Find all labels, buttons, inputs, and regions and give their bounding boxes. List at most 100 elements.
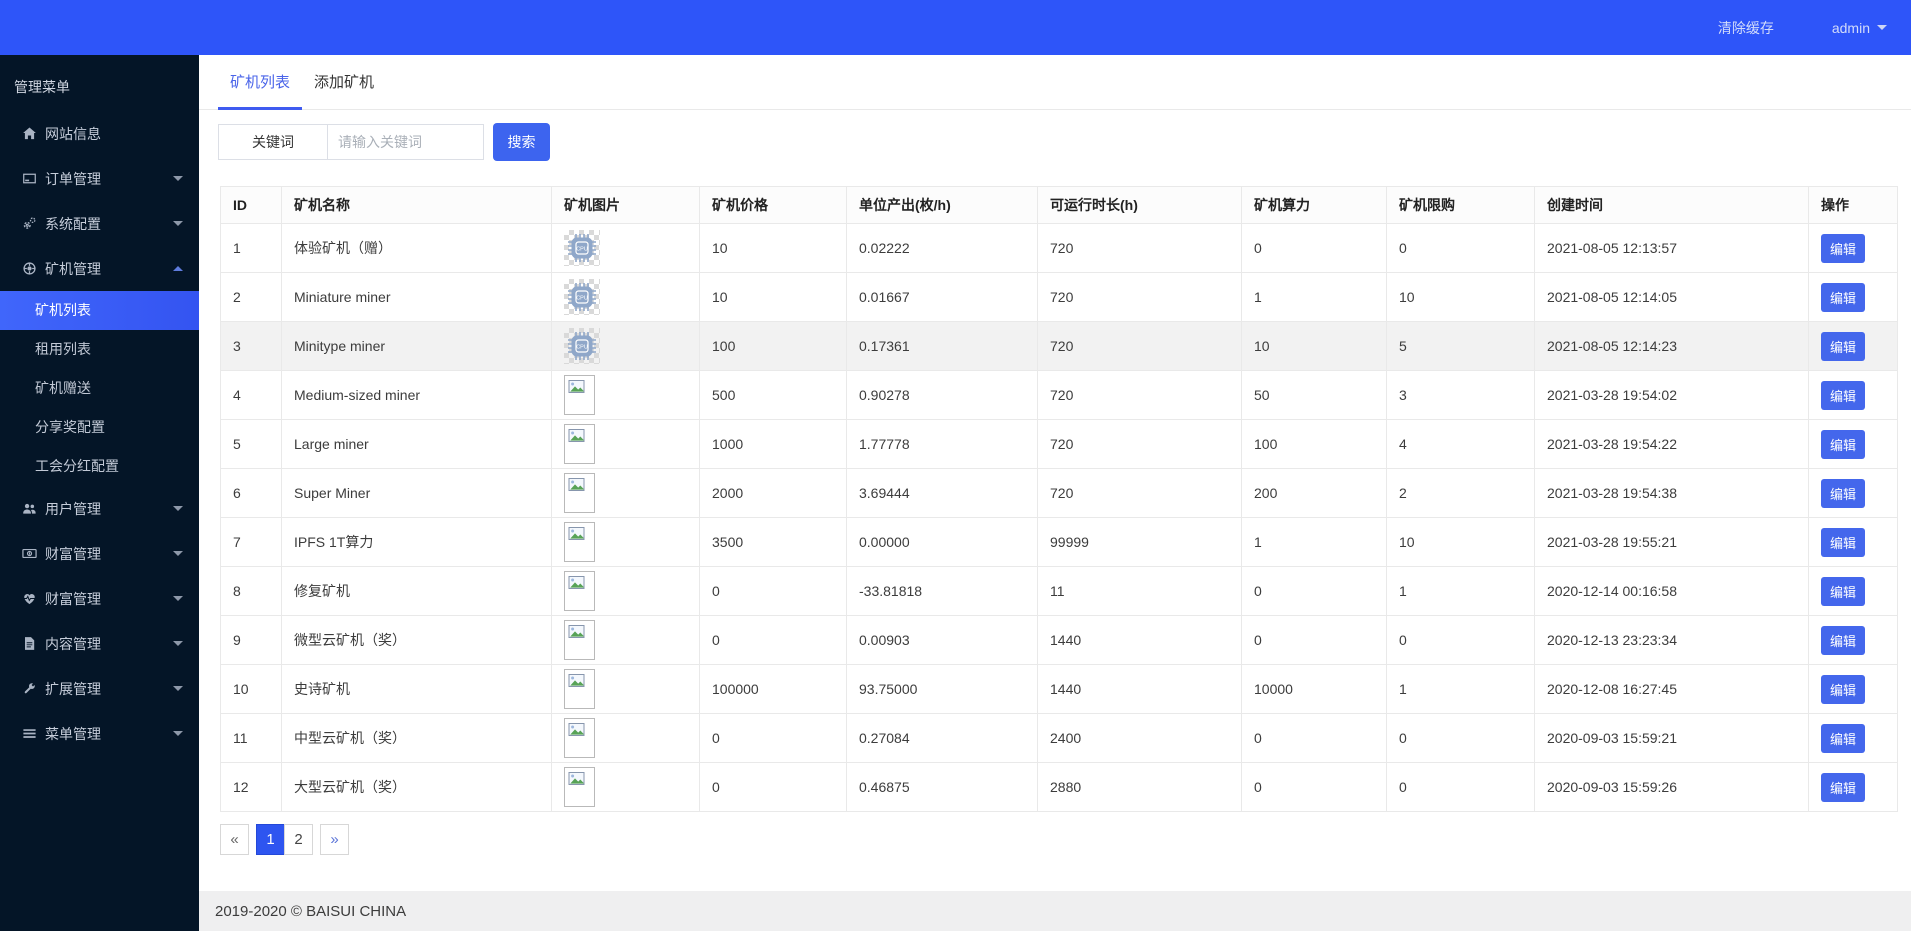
cell-limit: 0 <box>1387 616 1535 665</box>
cell-image: CPU <box>552 273 700 322</box>
cell-name: 体验矿机（赠） <box>282 224 552 273</box>
sidebar-item-user-management[interactable]: 用户管理 <box>0 486 199 531</box>
pagination-next[interactable]: » <box>320 824 349 855</box>
sidebar-item-wealth-management-2[interactable]: 财富管理 <box>0 576 199 621</box>
edit-button[interactable]: 编辑 <box>1821 283 1865 312</box>
sidebar-subitem-miner-list[interactable]: 矿机列表 <box>0 291 199 330</box>
search-input[interactable] <box>327 124 484 160</box>
cell-name: Miniature miner <box>282 273 552 322</box>
table-row: 7IPFS 1T算力35000.00000999991102021-03-28 … <box>221 518 1898 567</box>
miners-table: ID矿机名称矿机图片矿机价格单位产出(枚/h)可运行时长(h)矿机算力矿机限购创… <box>220 186 1898 812</box>
cell-actions: 编辑 <box>1809 371 1898 420</box>
cell-id: 12 <box>221 763 282 812</box>
cell-actions: 编辑 <box>1809 322 1898 371</box>
sidebar-item-label: 系统配置 <box>45 214 173 234</box>
cell-price: 3500 <box>700 518 847 567</box>
column-header: ID <box>221 187 282 224</box>
pagination-page-2[interactable]: 2 <box>284 824 313 855</box>
pagination-prev[interactable]: « <box>220 824 249 855</box>
table-row: 4Medium-sized miner5000.902787205032021-… <box>221 371 1898 420</box>
sidebar-subitem-share-reward-config[interactable]: 分享奖配置 <box>0 408 199 447</box>
edit-button[interactable]: 编辑 <box>1821 675 1865 704</box>
cell-id: 1 <box>221 224 282 273</box>
edit-button[interactable]: 编辑 <box>1821 332 1865 361</box>
edit-button[interactable]: 编辑 <box>1821 773 1865 802</box>
sidebar-subitem-rental-list[interactable]: 租用列表 <box>0 330 199 369</box>
sidebar-item-orders[interactable]: 订单管理 <box>0 156 199 201</box>
table-row: 3Minitype minerCPU1000.173617201052021-0… <box>221 322 1898 371</box>
sidebar: 管理菜单 网站信息订单管理系统配置矿机管理矿机列表租用列表矿机赠送分享奖配置工会… <box>0 55 199 931</box>
sidebar-subitem-miner-gift[interactable]: 矿机赠送 <box>0 369 199 408</box>
keyword-label: 关键词 <box>218 124 328 160</box>
edit-button[interactable]: 编辑 <box>1821 724 1865 753</box>
broken-image-icon <box>564 473 595 513</box>
sidebar-item-label: 财富管理 <box>45 544 173 564</box>
cell-limit: 10 <box>1387 518 1535 567</box>
sidebar-item-extension-management[interactable]: 扩展管理 <box>0 666 199 711</box>
cell-power: 0 <box>1242 567 1387 616</box>
cpu-chip-image: CPU <box>564 328 600 364</box>
edit-button[interactable]: 编辑 <box>1821 479 1865 508</box>
broken-image-icon <box>564 571 595 611</box>
cell-name: Medium-sized miner <box>282 371 552 420</box>
cell-runtime: 720 <box>1038 224 1242 273</box>
cell-name: 修复矿机 <box>282 567 552 616</box>
chevron-down-icon <box>173 641 183 646</box>
sidebar-item-menu-management[interactable]: 菜单管理 <box>0 711 199 756</box>
cell-name: 微型云矿机（奖） <box>282 616 552 665</box>
cell-id: 11 <box>221 714 282 763</box>
tab-add-miner[interactable]: 添加矿机 <box>302 55 386 110</box>
column-header: 可运行时长(h) <box>1038 187 1242 224</box>
table-row: 5Large miner10001.7777872010042021-03-28… <box>221 420 1898 469</box>
edit-button[interactable]: 编辑 <box>1821 430 1865 459</box>
search-form: 关键词 搜索 <box>218 123 1911 161</box>
sidebar-item-system-config[interactable]: 系统配置 <box>0 201 199 246</box>
menu-bars-icon <box>20 726 38 742</box>
cell-price: 10 <box>700 224 847 273</box>
cell-output: 3.69444 <box>847 469 1038 518</box>
sidebar-subitem-union-dividend-config[interactable]: 工会分红配置 <box>0 447 199 486</box>
cell-image: CPU <box>552 224 700 273</box>
cell-power: 50 <box>1242 371 1387 420</box>
sidebar-item-wealth-management-1[interactable]: 财富管理 <box>0 531 199 576</box>
cell-runtime: 720 <box>1038 273 1242 322</box>
cell-created: 2021-03-28 19:55:21 <box>1535 518 1809 567</box>
cell-power: 1 <box>1242 273 1387 322</box>
users-icon <box>20 501 38 517</box>
edit-button[interactable]: 编辑 <box>1821 577 1865 606</box>
sidebar-item-miner-management[interactable]: 矿机管理 <box>0 246 199 291</box>
sidebar-item-content-management[interactable]: 内容管理 <box>0 621 199 666</box>
cell-power: 100 <box>1242 420 1387 469</box>
edit-button[interactable]: 编辑 <box>1821 626 1865 655</box>
cell-actions: 编辑 <box>1809 567 1898 616</box>
chevron-down-icon <box>173 176 183 181</box>
cell-id: 5 <box>221 420 282 469</box>
cell-created: 2021-03-28 19:54:22 <box>1535 420 1809 469</box>
chevron-down-icon <box>173 596 183 601</box>
cell-limit: 10 <box>1387 273 1535 322</box>
cell-runtime: 2880 <box>1038 763 1242 812</box>
edit-button[interactable]: 编辑 <box>1821 234 1865 263</box>
pagination-page-1[interactable]: 1 <box>256 824 285 855</box>
copyright-text: 2019-2020 © BAISUI CHINA <box>215 903 406 920</box>
edit-button[interactable]: 编辑 <box>1821 528 1865 557</box>
table-row: 8修复矿机0-33.8181811012020-12-14 00:16:58编辑 <box>221 567 1898 616</box>
tab-miner-list[interactable]: 矿机列表 <box>218 55 302 110</box>
cell-price: 0 <box>700 763 847 812</box>
cell-price: 1000 <box>700 420 847 469</box>
cell-limit: 3 <box>1387 371 1535 420</box>
cell-power: 0 <box>1242 616 1387 665</box>
user-menu[interactable]: admin <box>1832 20 1887 36</box>
sidebar-item-site-info[interactable]: 网站信息 <box>0 111 199 156</box>
cell-created: 2021-08-05 12:13:57 <box>1535 224 1809 273</box>
edit-button[interactable]: 编辑 <box>1821 381 1865 410</box>
clear-cache-link[interactable]: 清除缓存 <box>1718 18 1774 38</box>
column-header: 矿机限购 <box>1387 187 1535 224</box>
search-button[interactable]: 搜索 <box>493 123 550 161</box>
cell-actions: 编辑 <box>1809 224 1898 273</box>
cell-image <box>552 714 700 763</box>
cell-runtime: 2400 <box>1038 714 1242 763</box>
sidebar-item-label: 网站信息 <box>45 124 183 144</box>
broken-image-icon <box>564 375 595 415</box>
broken-image-icon <box>564 522 595 562</box>
